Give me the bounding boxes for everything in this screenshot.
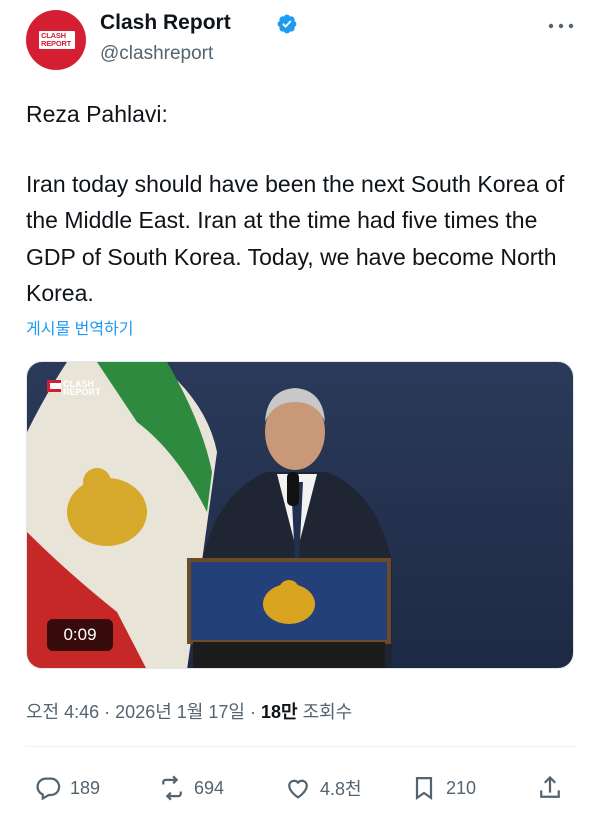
reply-count: 189	[70, 777, 101, 798]
bookmark-button[interactable]: 210	[410, 770, 476, 806]
share-icon	[540, 775, 560, 798]
watermark-text: CLASH REPORT	[63, 380, 101, 397]
post-header: CLASH REPORT Clash Report @clashreport	[26, 8, 576, 72]
repost-button[interactable]: 694	[158, 770, 224, 806]
verified-badge-icon	[277, 14, 297, 34]
avatar[interactable]: CLASH REPORT	[26, 10, 86, 70]
watermark-line-2: REPORT	[63, 387, 101, 397]
display-name[interactable]: Clash Report	[100, 11, 231, 35]
reply-button[interactable]: 189	[34, 770, 100, 806]
views-count: 18만	[260, 702, 298, 722]
like-button[interactable]: 4.8천	[284, 770, 362, 806]
views-label: 조회수	[302, 702, 353, 722]
repost-count: 694	[194, 777, 225, 798]
reply-icon	[36, 777, 61, 801]
separator: ·	[249, 702, 261, 722]
post-text: Reza Pahlavi: Iran today should have bee…	[26, 96, 576, 312]
post-time[interactable]: 오전 4:46	[26, 702, 99, 722]
separator: ·	[104, 702, 116, 722]
like-count: 4.8천	[320, 779, 362, 799]
watermark-logo-icon	[47, 380, 61, 392]
more-options-icon[interactable]	[546, 16, 576, 36]
video-duration: 0:09	[47, 619, 113, 651]
account-handle[interactable]: @clashreport	[100, 43, 213, 65]
avatar-logo-text-2: REPORT	[41, 39, 72, 48]
post-paragraph-2: Iran today should have been the next Sou…	[26, 170, 565, 307]
post-paragraph-1: Reza Pahlavi:	[26, 101, 168, 127]
post-meta: 오전 4:46 · 2026년 1월 17일 · 18만 조회수	[26, 698, 352, 724]
post-date[interactable]: 2026년 1월 17일	[115, 702, 245, 722]
bookmark-count: 210	[446, 777, 477, 798]
action-bar: 189 694 4.8천 210	[26, 770, 576, 806]
repost-icon	[162, 775, 182, 801]
share-button[interactable]	[536, 770, 564, 806]
divider	[26, 746, 576, 747]
video-player[interactable]: CLASH REPORT 0:09	[26, 361, 574, 669]
heart-icon	[288, 779, 308, 799]
translate-post-link[interactable]: 게시물 번역하기	[26, 315, 134, 339]
bookmark-icon	[415, 776, 433, 801]
